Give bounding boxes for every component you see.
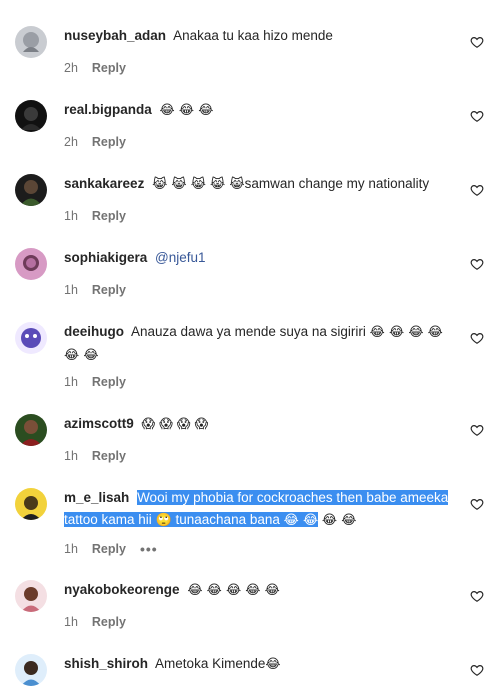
avatar[interactable] xyxy=(15,174,47,206)
heart-outline-icon[interactable] xyxy=(470,423,484,437)
comment-emojis: 😂 😂 xyxy=(321,513,357,528)
comment-emojis: 😂 😂 xyxy=(64,348,99,363)
comment-username[interactable]: shish_shiroh xyxy=(64,656,148,671)
comment-emojis: 😂 😂 😂 😂 xyxy=(369,325,443,340)
comment-time: 1h xyxy=(64,542,78,556)
comment-username[interactable]: azimscott9 xyxy=(64,416,134,431)
heart-outline-icon[interactable] xyxy=(470,109,484,123)
comment-body: nyakobokeorenge 😂 😂 😂 😂 😂 xyxy=(64,579,456,602)
heart-outline-icon[interactable] xyxy=(470,257,484,271)
heart-outline-icon[interactable] xyxy=(470,183,484,197)
reply-button[interactable]: Reply xyxy=(92,283,126,297)
comment-meta: 1h Reply ••• xyxy=(64,541,158,557)
comment-body: deeihugo Anauza dawa ya mende suya na si… xyxy=(64,321,456,367)
reply-button[interactable]: Reply xyxy=(92,135,126,149)
roll-eyes-emoji: 🙄 xyxy=(155,513,172,528)
comment-text: Anakaa tu kaa hizo mende xyxy=(173,28,333,43)
heart-outline-icon[interactable] xyxy=(470,331,484,345)
comment-time: 2h xyxy=(64,135,78,149)
comment-meta: 2h Reply xyxy=(64,61,126,75)
comment-time: 2h xyxy=(64,61,78,75)
comment-text: samwan change my nationality xyxy=(244,176,430,191)
comment-emojis: 😂 😂 😂 xyxy=(159,103,214,118)
comment-body: real.bigpanda 😂 😂 😂 xyxy=(64,99,456,122)
comment-username[interactable]: sankakareez xyxy=(64,176,144,191)
comment-meta: 1h Reply xyxy=(64,283,126,297)
reply-button[interactable]: Reply xyxy=(92,449,126,463)
reply-button[interactable]: Reply xyxy=(92,375,126,389)
mention-link[interactable]: @njefu1 xyxy=(155,250,206,265)
comment-meta: 2h Reply xyxy=(64,135,126,149)
comment-username[interactable]: real.bigpanda xyxy=(64,102,152,117)
previous-comment-emojis-clipped xyxy=(0,0,498,4)
heart-outline-icon[interactable] xyxy=(470,35,484,49)
comment-emojis: 😂 😂 😂 😂 😂 xyxy=(187,583,280,598)
avatar[interactable] xyxy=(15,488,47,520)
comment-text: tattoo kama hii xyxy=(64,512,152,527)
reply-button[interactable]: Reply xyxy=(92,209,126,223)
avatar[interactable] xyxy=(15,580,47,612)
avatar[interactable] xyxy=(15,322,47,354)
comment-username[interactable]: m_e_lisah xyxy=(64,490,129,505)
heart-outline-icon[interactable] xyxy=(470,663,484,677)
comment-meta: 1h Reply xyxy=(64,209,126,223)
avatar[interactable] xyxy=(15,654,47,686)
heart-outline-icon[interactable] xyxy=(470,497,484,511)
more-options-icon[interactable]: ••• xyxy=(140,541,158,557)
comment-body: sankakareez 😹 😹 😹 😹 😹samwan change my na… xyxy=(64,173,456,196)
comment-emojis: 😂 😂 xyxy=(283,513,319,528)
comment-meta: 1h Reply xyxy=(64,375,126,389)
selected-comment-text: tattoo kama hii 🙄 tunaachana bana 😂 😂 xyxy=(64,512,319,528)
reply-button[interactable]: Reply xyxy=(92,542,126,556)
avatar[interactable] xyxy=(15,248,47,280)
comment-body: sophiakigera @njefu1 xyxy=(64,247,456,269)
reply-button[interactable]: Reply xyxy=(92,615,126,629)
comment-time: 1h xyxy=(64,283,78,297)
comment-text: Ametoka Kimende xyxy=(155,656,266,671)
reply-button[interactable]: Reply xyxy=(92,61,126,75)
comment-body: nuseybah_adan Anakaa tu kaa hizo mende xyxy=(64,25,456,47)
selected-comment-text: Wooi my phobia for cockroaches then babe… xyxy=(137,490,449,505)
comment-username[interactable]: nyakobokeorenge xyxy=(64,582,180,597)
comment-body: azimscott9 😱 😱 😱 😱 xyxy=(64,413,456,436)
comment-time: 1h xyxy=(64,209,78,223)
comment-username[interactable]: deeihugo xyxy=(64,324,124,339)
comment-text: tunaachana bana xyxy=(175,512,280,527)
comment-meta: 1h Reply xyxy=(64,615,126,629)
avatar[interactable] xyxy=(15,100,47,132)
comment-body: m_e_lisah Wooi my phobia for cockroaches… xyxy=(64,487,456,532)
comment-time: 1h xyxy=(64,615,78,629)
avatar[interactable] xyxy=(15,414,47,446)
comment-body: shish_shiroh Ametoka Kimende😂 xyxy=(64,653,456,676)
comment-username[interactable]: nuseybah_adan xyxy=(64,28,166,43)
comment-emojis: 😹 😹 😹 😹 😹 xyxy=(152,177,245,192)
heart-outline-icon[interactable] xyxy=(470,589,484,603)
comment-meta: 1h Reply xyxy=(64,449,126,463)
comment-username[interactable]: sophiakigera xyxy=(64,250,147,265)
comment-text: Anauza dawa ya mende suya na sigiriri xyxy=(131,324,366,339)
comment-emojis: 😂 xyxy=(265,657,281,672)
avatar[interactable] xyxy=(15,26,47,58)
comment-time: 1h xyxy=(64,375,78,389)
comment-time: 1h xyxy=(64,449,78,463)
comment-emojis: 😱 😱 😱 😱 xyxy=(141,417,209,432)
